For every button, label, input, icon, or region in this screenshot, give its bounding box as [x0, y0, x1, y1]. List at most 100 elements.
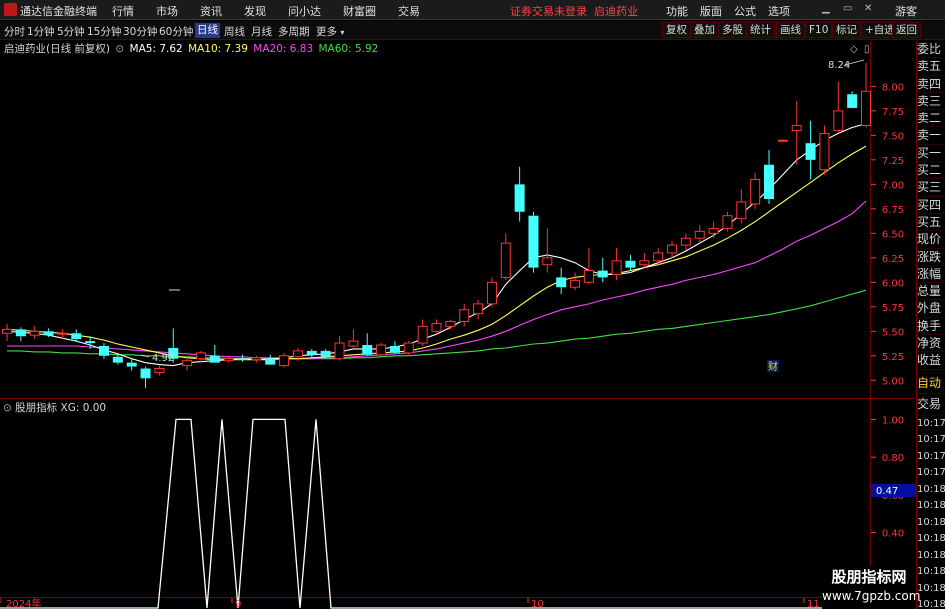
tick-time: 10:18 — [917, 533, 945, 545]
candle — [694, 225, 705, 244]
indicator-current-value: 0.47 — [876, 486, 898, 497]
date-label-nov: 11 — [807, 599, 820, 609]
candle-body — [85, 341, 96, 344]
price-tick-label: 7.00 — [882, 180, 904, 191]
candle-body — [348, 340, 359, 347]
candle — [320, 348, 331, 358]
candle — [777, 139, 788, 142]
candle — [389, 341, 400, 354]
tick-time: 10:18 — [917, 582, 945, 594]
candle-body — [57, 332, 68, 335]
candle-body — [223, 358, 234, 362]
candle — [265, 354, 276, 365]
candle — [403, 341, 414, 355]
quote-label: 收益 — [917, 352, 945, 370]
auto-trade-label[interactable]: 自动 — [917, 373, 945, 395]
candle-body — [764, 164, 775, 200]
scroll-icon[interactable]: ▯ — [864, 44, 870, 55]
quote-side-panel: 委比 卖五 卖四 卖三 卖二 卖一 买一 买二 买三 买四 买五 现价 涨跌 涨幅 总量 外盘 换手 净资 收益 自… — [916, 41, 945, 609]
candle — [459, 303, 470, 327]
candle — [348, 329, 359, 349]
candle-body — [251, 357, 262, 361]
candle — [154, 365, 165, 376]
candle-body — [320, 350, 331, 357]
tick-time: 10:17 — [917, 434, 945, 446]
candle — [653, 248, 664, 265]
watermark-title: 股朋指标网 — [831, 568, 907, 586]
candle-body — [376, 344, 387, 356]
candle-body — [265, 358, 276, 365]
indicator-settings-icon[interactable]: ⊙ — [3, 402, 12, 414]
price-tick-label: 6.00 — [882, 278, 904, 289]
tick-time: 10:18 — [917, 483, 945, 495]
date-label-sep: 9 — [235, 599, 241, 609]
candle-body — [777, 139, 788, 142]
candle-body — [542, 257, 553, 266]
ma20-line — [7, 200, 867, 360]
candle-body — [680, 237, 691, 246]
candle — [833, 81, 844, 134]
candle — [71, 329, 82, 342]
candlesticks — [2, 62, 871, 389]
candle-body — [182, 360, 193, 367]
quote-label: 涨幅 — [917, 266, 945, 284]
indicator-header: ⊙ 股朋指标 XG: 0.00 — [0, 400, 870, 415]
candle-body — [417, 325, 428, 344]
date-axis: 2024年 9 10 11 — [0, 597, 820, 609]
date-label-oct: 10 — [531, 599, 544, 609]
candle-body — [98, 345, 109, 356]
tick-time: 10:18 — [917, 516, 945, 528]
trade-label[interactable]: 交易 — [917, 394, 945, 416]
candle — [667, 241, 678, 258]
candle-body — [750, 178, 761, 205]
candle-body — [306, 350, 317, 355]
candle-body — [514, 184, 525, 212]
candle-body — [819, 132, 830, 171]
candle-body — [2, 328, 12, 334]
candle — [708, 221, 719, 239]
candle — [805, 120, 816, 180]
candle-body — [847, 94, 858, 108]
tick-times: 10:17 10:17 10:17 10:17 10:18 10:18 10:18 10:18… — [917, 416, 945, 609]
watermark-url: www.7gpzb.com — [822, 589, 921, 603]
quote-label: 换手 — [917, 318, 945, 336]
candle — [819, 125, 830, 175]
candle — [29, 326, 40, 340]
candle — [195, 350, 206, 363]
price-tick-label: 5.00 — [882, 376, 904, 387]
candle-body — [279, 355, 290, 367]
candle — [639, 252, 650, 268]
diamond-icon[interactable]: ◇ — [850, 44, 858, 55]
price-tick-label: 7.75 — [882, 107, 904, 118]
tick-time: 10:17 — [917, 417, 945, 429]
price-tick-label: 6.50 — [882, 229, 904, 240]
high-price-label: 8.24 — [828, 60, 850, 71]
quote-label: 买四 — [917, 197, 945, 214]
candle-body — [459, 309, 470, 323]
candle — [722, 211, 733, 232]
candle-body — [292, 350, 303, 358]
finance-marker[interactable]: 财 — [768, 360, 778, 373]
quote-label: 买一 — [917, 145, 945, 163]
candle — [583, 248, 594, 285]
price-tick-label: 8.00 — [882, 82, 904, 93]
candle-body — [722, 215, 733, 229]
candle-body — [43, 331, 54, 336]
quote-label: 净资 — [917, 335, 945, 353]
candle — [2, 323, 12, 342]
quote-label: 卖五 — [917, 58, 945, 76]
candle — [611, 248, 622, 281]
candle-body — [154, 368, 165, 373]
indicator-tick-label: 1.00 — [882, 415, 904, 426]
candle-body — [389, 345, 400, 353]
candle — [514, 166, 525, 222]
candle — [542, 228, 553, 273]
quote-label: 卖二 — [917, 110, 945, 128]
candle-body — [195, 352, 206, 360]
candle — [500, 233, 511, 281]
candle — [445, 319, 456, 330]
candle-body — [861, 90, 871, 127]
quote-labels: 委比 卖五 卖四 卖三 卖二 卖一 买一 买二 买三 买四 买五 现价 涨跌 涨幅 总量 外盘 换手 净资 收益 — [917, 41, 945, 370]
candle — [334, 336, 345, 361]
kline-chart[interactable]: 8.00 7.75 7.50 7.25 7.00 6.75 6.50 6.25 6.00 5.75… — [0, 0, 916, 609]
